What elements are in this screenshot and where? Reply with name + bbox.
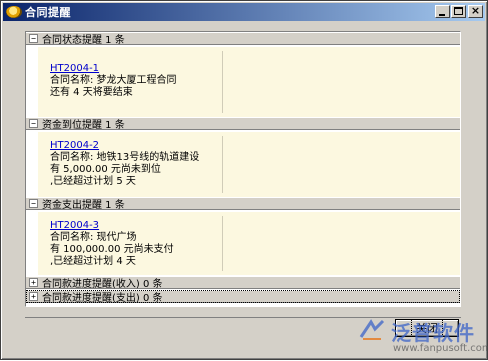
reminder-detail: 有 100,000.00 元尚未支付: [50, 244, 174, 255]
collapse-icon[interactable]: −: [29, 119, 38, 128]
reminder-overdue: ,已经超过计划 5 天: [50, 176, 136, 187]
close-button[interactable]: 关闭: [395, 319, 459, 337]
maximize-button[interactable]: [451, 5, 466, 18]
section-label: 资金支出提醒 1 条: [42, 200, 125, 211]
window-controls: ×: [434, 4, 483, 18]
section-payment-income[interactable]: + 合同款进度提醒(收入) 0 条: [26, 276, 460, 290]
reminder-window: 合同提醒 × − 合同状态提醒 1 条 HT2004-1 合同名称: 梦龙大厦工…: [0, 0, 488, 360]
contract-name: 合同名称: 梦龙大厦工程合同: [50, 75, 177, 86]
minimize-icon: [439, 14, 445, 16]
reminder-card: HT2004-1 合同名称: 梦龙大厦工程合同 还有 4 天将要结束: [38, 47, 460, 117]
section-funds-expense[interactable]: − 资金支出提醒 1 条: [26, 197, 460, 211]
section-payment-expense[interactable]: + 合同款进度提醒(支出) 0 条: [26, 290, 460, 304]
reminder-detail: 有 5,000.00 元尚未到位: [50, 164, 161, 175]
expand-icon[interactable]: +: [29, 292, 38, 301]
close-window-button[interactable]: ×: [468, 4, 483, 18]
section-contract-status[interactable]: − 合同状态提醒 1 条: [26, 32, 460, 46]
contract-link[interactable]: HT2004-3: [50, 220, 174, 232]
brand-logo-icon: [359, 319, 385, 340]
minimize-button[interactable]: [435, 5, 450, 18]
title-bar[interactable]: 合同提醒 ×: [3, 3, 485, 21]
contract-name: 合同名称: 地铁13号线的轨道建设: [50, 152, 200, 163]
window-title: 合同提醒: [25, 7, 71, 19]
card-divider: [222, 216, 223, 271]
watermark-url: www.fanpusoft.com: [393, 343, 488, 354]
reminder-card: HT2004-3 合同名称: 现代广场 有 100,000.00 元尚未支付 ,…: [38, 212, 460, 275]
section-label: 合同款进度提醒(收入) 0 条: [42, 279, 163, 290]
section-label: 合同款进度提醒(支出) 0 条: [42, 293, 163, 304]
section-funds-arrival[interactable]: − 资金到位提醒 1 条: [26, 117, 460, 131]
contract-name: 合同名称: 现代广场: [50, 232, 137, 243]
close-button-label: 关闭: [411, 319, 443, 337]
maximize-icon: [454, 7, 463, 15]
contract-link[interactable]: HT2004-2: [50, 140, 199, 152]
close-icon: ×: [470, 4, 481, 17]
card-divider: [222, 136, 223, 193]
expand-icon[interactable]: +: [29, 278, 38, 287]
contract-link[interactable]: HT2004-1: [50, 63, 177, 75]
footer-divider: [25, 317, 461, 318]
app-icon: [6, 6, 22, 18]
section-label: 资金到位提醒 1 条: [42, 120, 125, 131]
collapse-icon[interactable]: −: [29, 199, 38, 208]
reminder-card: HT2004-2 合同名称: 地铁13号线的轨道建设 有 5,000.00 元尚…: [38, 132, 460, 197]
reminder-list: − 合同状态提醒 1 条 HT2004-1 合同名称: 梦龙大厦工程合同 还有 …: [25, 31, 461, 307]
card-divider: [222, 51, 223, 113]
reminder-detail: 还有 4 天将要结束: [50, 87, 133, 98]
reminder-overdue: ,已经超过计划 4 天: [50, 256, 136, 267]
collapse-icon[interactable]: −: [29, 34, 38, 43]
section-label: 合同状态提醒 1 条: [42, 35, 125, 46]
